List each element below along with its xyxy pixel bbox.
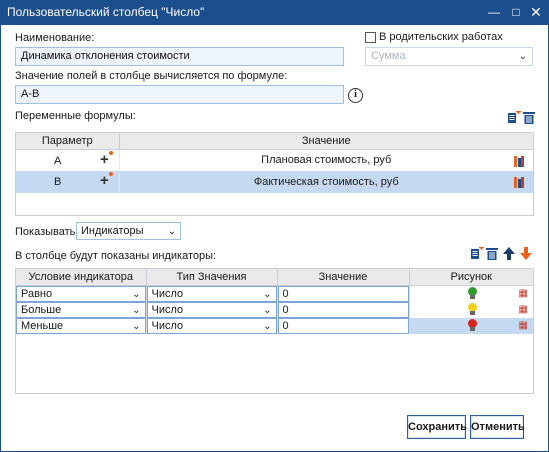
table-row[interactable]: В + Фактическая стоимость, руб <box>16 171 533 193</box>
condition-select[interactable]: Больше ⌄ <box>16 301 146 318</box>
delete-variable-icon[interactable] <box>523 111 535 124</box>
yellow-bulb-icon <box>467 302 477 315</box>
value-input[interactable]: 0 <box>277 285 409 302</box>
insert-variable-icon[interactable]: + <box>100 150 113 167</box>
move-down-icon[interactable] <box>520 247 532 260</box>
chevron-down-icon: ⌄ <box>167 226 176 237</box>
type-select[interactable]: Число ⌄ <box>146 285 277 302</box>
picture-picker-icon[interactable]: ▦ <box>519 304 528 315</box>
column-header-picture[interactable]: Рисунок <box>409 269 533 286</box>
table-row[interactable]: А + Плановая стоимость, руб <box>16 149 533 171</box>
variables-label: Переменные формулы: <box>15 110 136 122</box>
move-up-icon[interactable] <box>503 247 515 260</box>
aggregate-select: Сумма ⌄ <box>365 47 533 66</box>
condition-select[interactable]: Меньше ⌄ <box>16 317 146 334</box>
chevron-down-icon: ⌄ <box>132 288 141 300</box>
name-label: Наименование: <box>15 32 95 44</box>
value-cell: Плановая стоимость, руб <box>261 154 392 167</box>
green-bulb-icon <box>467 286 477 299</box>
name-input[interactable]: Динамика отклонения стоимости <box>15 47 344 66</box>
red-bulb-icon <box>467 318 477 331</box>
type-value: Число <box>151 319 184 332</box>
field-picker-icon[interactable] <box>514 155 524 167</box>
delete-indicator-icon[interactable] <box>486 247 498 260</box>
picture-picker-icon[interactable]: ▦ <box>519 320 528 331</box>
aggregate-value: Сумма <box>371 50 406 62</box>
field-picker-icon[interactable] <box>514 177 524 188</box>
condition-select[interactable]: Равно ⌄ <box>16 285 146 302</box>
parent-works-label: В родительских работах <box>379 31 503 43</box>
picture-picker-icon[interactable]: ▦ <box>519 288 528 299</box>
type-select[interactable]: Число ⌄ <box>146 317 277 334</box>
type-value: Число <box>151 303 184 316</box>
maximize-icon[interactable]: □ <box>507 3 525 21</box>
save-button[interactable]: Сохранить <box>407 415 467 439</box>
title-bar: Пользовательский столбец "Число" — □ ✕ <box>0 0 549 25</box>
chevron-down-icon: ⌄ <box>518 51 527 62</box>
insert-variable-icon[interactable]: + <box>100 172 113 188</box>
table-row[interactable]: Больше ⌄ Число ⌄ 0 ▦ <box>16 301 533 318</box>
info-icon[interactable]: i <box>348 88 363 103</box>
value-input[interactable]: 0 <box>277 301 409 318</box>
table-row[interactable]: Равно ⌄ Число ⌄ 0 ▦ <box>16 285 533 302</box>
chevron-down-icon: ⌄ <box>132 304 141 316</box>
add-variable-icon[interactable] <box>508 110 521 124</box>
column-header-param[interactable]: Параметр <box>16 133 120 150</box>
show-label: Показывать: <box>15 226 79 238</box>
param-cell: В <box>54 176 62 188</box>
type-value: Число <box>151 287 184 300</box>
column-header-condition[interactable]: Условие индикатора <box>16 269 147 286</box>
parent-works-checkbox[interactable] <box>365 32 376 43</box>
close-icon[interactable]: ✕ <box>527 3 545 21</box>
chevron-down-icon: ⌄ <box>132 320 141 332</box>
table-row[interactable]: Меньше ⌄ Число ⌄ 0 ▦ <box>16 317 533 334</box>
formula-input[interactable]: А-В <box>15 85 344 104</box>
add-indicator-icon[interactable] <box>471 246 484 260</box>
type-select[interactable]: Число ⌄ <box>146 301 277 318</box>
value-cell: Фактическая стоимость, руб <box>253 176 399 188</box>
indicators-label: В столбце будут показаны индикаторы: <box>15 250 217 262</box>
column-header-value[interactable]: Значение <box>277 269 410 286</box>
chevron-down-icon: ⌄ <box>263 304 272 316</box>
show-select[interactable]: Индикаторы ⌄ <box>76 222 181 240</box>
variables-table: Параметр Значение А + Плановая стоимость… <box>15 132 534 216</box>
cancel-button[interactable]: Отменить <box>470 415 525 439</box>
chevron-down-icon: ⌄ <box>263 320 272 332</box>
show-value: Индикаторы <box>81 225 144 237</box>
column-header-value[interactable]: Значение <box>119 133 533 150</box>
condition-value: Меньше <box>21 319 64 332</box>
chevron-down-icon: ⌄ <box>263 288 272 300</box>
param-cell: А <box>54 154 62 167</box>
indicators-table: Условие индикатора Тип Значения Значение… <box>15 268 534 394</box>
window-title: Пользовательский столбец "Число" <box>7 5 205 19</box>
minimize-icon[interactable]: — <box>485 3 503 21</box>
condition-value: Больше <box>21 303 62 316</box>
formula-label: Значение полей в столбце вычисляется по … <box>15 70 288 82</box>
column-header-type[interactable]: Тип Значения <box>146 269 278 286</box>
condition-value: Равно <box>21 287 53 300</box>
value-input[interactable]: 0 <box>277 317 409 334</box>
